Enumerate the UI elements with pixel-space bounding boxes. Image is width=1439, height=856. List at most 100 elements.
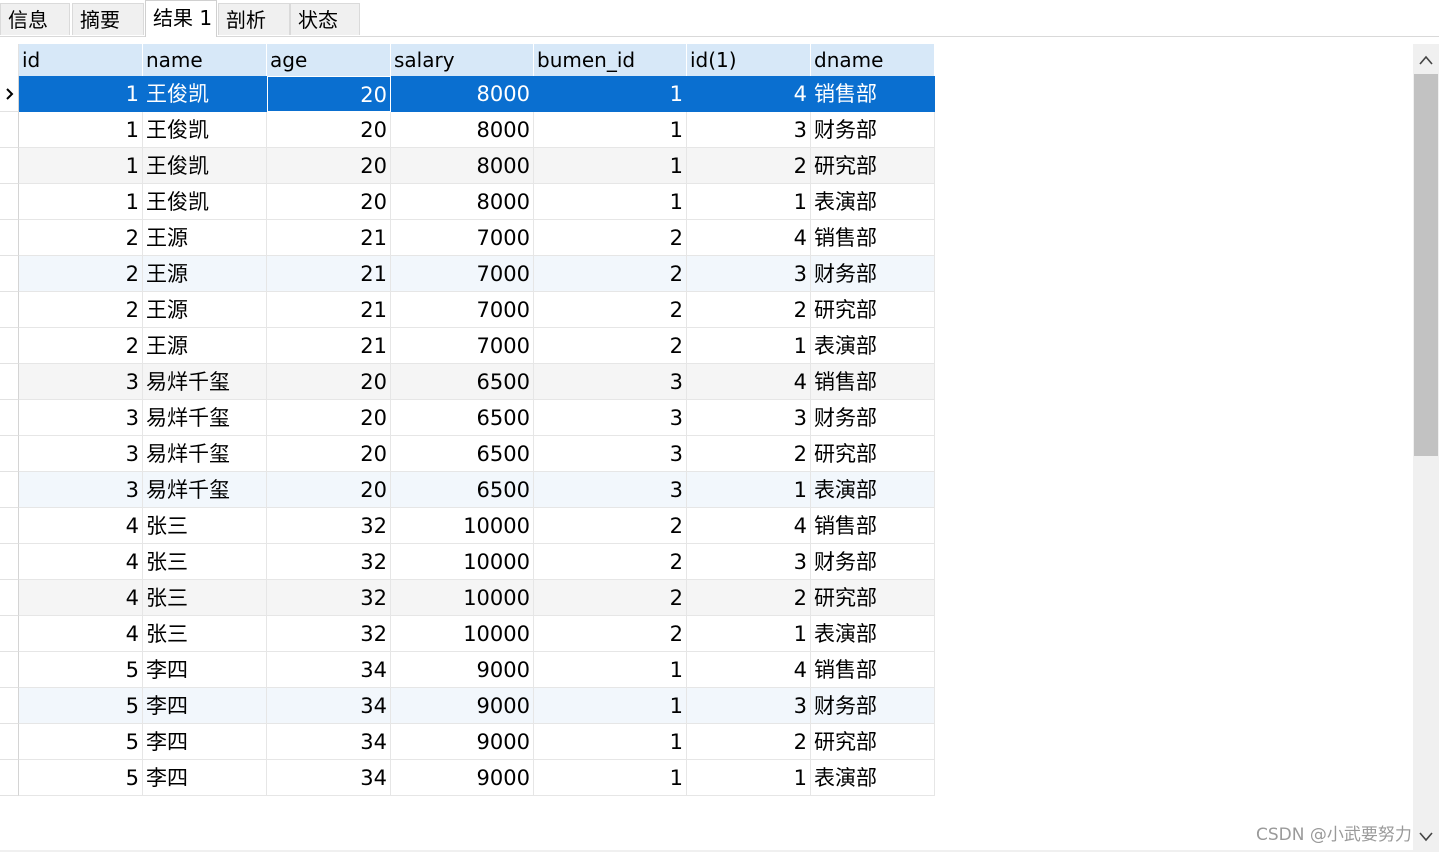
cell-age[interactable]: 34 (267, 760, 391, 796)
cell-age[interactable]: 20 (267, 112, 391, 148)
cell-salary[interactable]: 7000 (391, 328, 534, 364)
cell-bumen-id[interactable]: 2 (534, 580, 687, 616)
cell-dname[interactable]: 研究部 (811, 436, 935, 472)
cell-name[interactable]: 张三 (143, 544, 267, 580)
row-header[interactable] (0, 364, 19, 400)
cell-age[interactable]: 20 (267, 400, 391, 436)
row-header[interactable] (0, 148, 19, 184)
cell-age[interactable]: 34 (267, 724, 391, 760)
cell-salary[interactable]: 6500 (391, 364, 534, 400)
table-row[interactable]: 2 王源 21 7000 2 1 表演部 (0, 328, 935, 364)
table-row[interactable]: 2 王源 21 7000 2 2 研究部 (0, 292, 935, 328)
column-header-id-1[interactable]: id(1) (687, 44, 811, 76)
cell-age[interactable]: 20 (267, 184, 391, 220)
cell-age[interactable]: 20 (267, 148, 391, 184)
cell-dname[interactable]: 表演部 (811, 184, 935, 220)
cell-name[interactable]: 王俊凯 (143, 112, 267, 148)
row-header[interactable] (0, 328, 19, 364)
cell-bumen-id[interactable]: 2 (534, 220, 687, 256)
cell-name[interactable]: 张三 (143, 508, 267, 544)
cell-id-1[interactable]: 1 (687, 472, 811, 508)
column-header-bumen-id[interactable]: bumen_id (534, 44, 687, 76)
row-header[interactable] (0, 184, 19, 220)
cell-name[interactable]: 王俊凯 (143, 148, 267, 184)
cell-salary[interactable]: 8000 (391, 184, 534, 220)
cell-id-1[interactable]: 4 (687, 76, 811, 112)
cell-salary[interactable]: 8000 (391, 148, 534, 184)
cell-name[interactable]: 易烊千玺 (143, 364, 267, 400)
cell-salary[interactable]: 9000 (391, 688, 534, 724)
row-header[interactable] (0, 112, 19, 148)
row-header[interactable] (0, 256, 19, 292)
table-row[interactable]: 3 易烊千玺 20 6500 3 3 财务部 (0, 400, 935, 436)
cell-id-1[interactable]: 2 (687, 580, 811, 616)
cell-id[interactable]: 1 (19, 184, 143, 220)
cell-id-1[interactable]: 3 (687, 688, 811, 724)
scroll-down-button[interactable] (1413, 822, 1439, 852)
column-header-age[interactable]: age (267, 44, 391, 76)
table-row[interactable]: 5 李四 34 9000 1 1 表演部 (0, 760, 935, 796)
cell-bumen-id[interactable]: 1 (534, 148, 687, 184)
cell-bumen-id[interactable]: 3 (534, 400, 687, 436)
row-header[interactable] (0, 688, 19, 724)
cell-id[interactable]: 1 (19, 76, 143, 112)
table-row[interactable]: 3 易烊千玺 20 6500 3 1 表演部 (0, 472, 935, 508)
cell-name[interactable]: 易烊千玺 (143, 472, 267, 508)
cell-salary[interactable]: 8000 (391, 76, 534, 112)
cell-bumen-id[interactable]: 2 (534, 292, 687, 328)
cell-salary[interactable]: 9000 (391, 724, 534, 760)
cell-id-1[interactable]: 1 (687, 184, 811, 220)
cell-id[interactable]: 4 (19, 544, 143, 580)
cell-bumen-id[interactable]: 3 (534, 364, 687, 400)
cell-salary[interactable]: 6500 (391, 472, 534, 508)
cell-dname[interactable]: 销售部 (811, 364, 935, 400)
scroll-up-button[interactable] (1413, 44, 1439, 74)
cell-bumen-id[interactable]: 1 (534, 652, 687, 688)
cell-id-1[interactable]: 3 (687, 544, 811, 580)
cell-bumen-id[interactable]: 1 (534, 112, 687, 148)
column-header-salary[interactable]: salary (391, 44, 534, 76)
cell-dname[interactable]: 财务部 (811, 400, 935, 436)
cell-name[interactable]: 李四 (143, 724, 267, 760)
cell-salary[interactable]: 6500 (391, 436, 534, 472)
cell-name[interactable]: 易烊千玺 (143, 436, 267, 472)
cell-id-1[interactable]: 1 (687, 760, 811, 796)
table-row[interactable]: 4 张三 32 10000 2 1 表演部 (0, 616, 935, 652)
cell-bumen-id[interactable]: 3 (534, 472, 687, 508)
cell-id-1[interactable]: 4 (687, 508, 811, 544)
tab-result-1[interactable]: 结果 1 (145, 0, 217, 37)
cell-bumen-id[interactable]: 2 (534, 256, 687, 292)
row-header[interactable] (0, 220, 19, 256)
table-row[interactable]: 5 李四 34 9000 1 4 销售部 (0, 652, 935, 688)
scroll-thumb[interactable] (1414, 74, 1438, 456)
cell-age[interactable]: 21 (267, 292, 391, 328)
cell-id-1[interactable]: 2 (687, 148, 811, 184)
cell-id[interactable]: 5 (19, 652, 143, 688)
cell-bumen-id[interactable]: 2 (534, 544, 687, 580)
cell-age[interactable]: 32 (267, 508, 391, 544)
cell-id[interactable]: 3 (19, 436, 143, 472)
cell-id[interactable]: 4 (19, 616, 143, 652)
cell-dname[interactable]: 研究部 (811, 724, 935, 760)
cell-age[interactable]: 34 (267, 652, 391, 688)
table-row[interactable]: 3 易烊千玺 20 6500 3 4 销售部 (0, 364, 935, 400)
tab-status[interactable]: 状态 (290, 3, 360, 35)
cell-bumen-id[interactable]: 1 (534, 76, 687, 112)
table-row[interactable]: 1 王俊凯 20 8000 1 4 销售部 (0, 76, 935, 112)
cell-bumen-id[interactable]: 1 (534, 184, 687, 220)
cell-id[interactable]: 4 (19, 580, 143, 616)
cell-name[interactable]: 王源 (143, 328, 267, 364)
cell-dname[interactable]: 销售部 (811, 76, 935, 112)
column-header-name[interactable]: name (143, 44, 267, 76)
cell-id-1[interactable]: 1 (687, 616, 811, 652)
cell-id[interactable]: 5 (19, 724, 143, 760)
row-header[interactable] (0, 76, 19, 112)
cell-id[interactable]: 2 (19, 256, 143, 292)
cell-dname[interactable]: 研究部 (811, 292, 935, 328)
tab-info[interactable]: 信息 (0, 3, 70, 35)
row-header[interactable] (0, 616, 19, 652)
cell-id[interactable]: 1 (19, 148, 143, 184)
cell-name[interactable]: 李四 (143, 652, 267, 688)
cell-id[interactable]: 1 (19, 112, 143, 148)
row-header[interactable] (0, 724, 19, 760)
